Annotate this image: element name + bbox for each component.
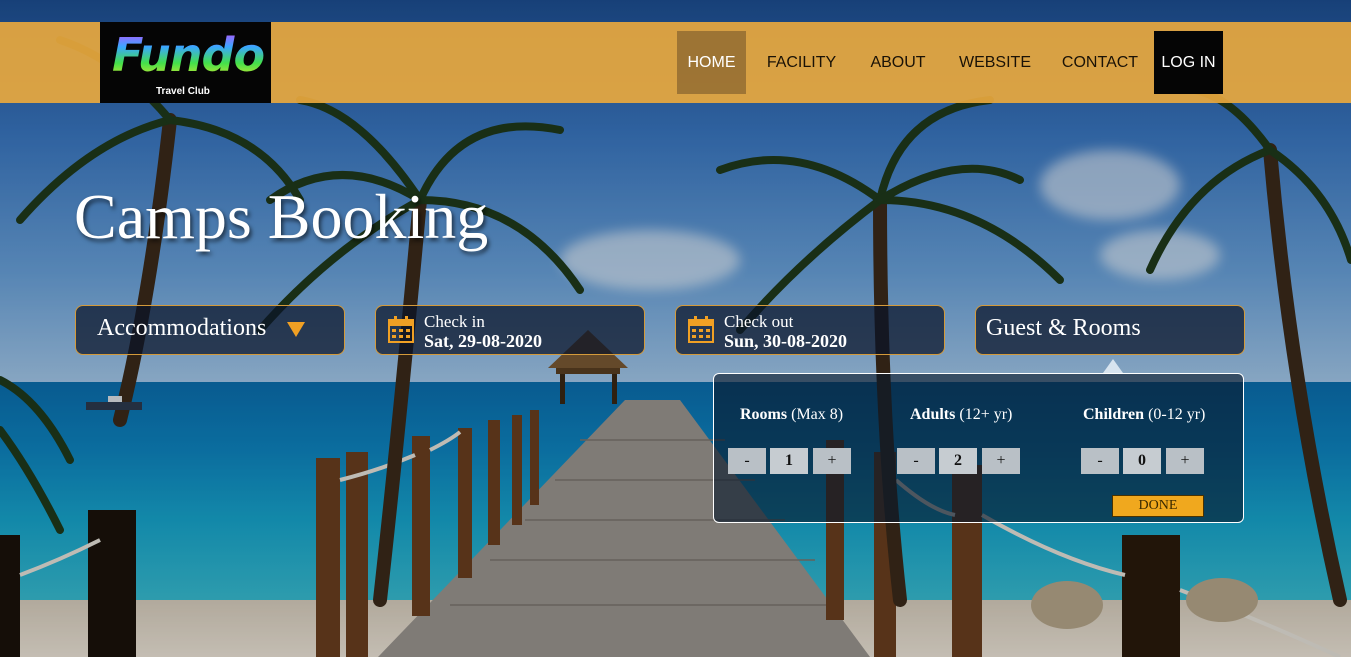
check-out-date: Sun, 30-08-2020 xyxy=(724,331,848,351)
check-in-date: Sat, 29-08-2020 xyxy=(424,331,542,351)
check-in-label: Check in xyxy=(424,312,485,331)
accommodations-label: Accommodations xyxy=(97,315,267,341)
adults-decrement-button[interactable]: - xyxy=(897,448,935,474)
adults-heading: Adults (12+ yr) xyxy=(910,406,1012,424)
children-title: Children xyxy=(1083,406,1145,423)
done-button[interactable]: DONE xyxy=(1112,495,1204,517)
login-button[interactable]: LOG IN xyxy=(1154,31,1223,94)
panel-pointer xyxy=(1103,359,1123,373)
nav-about[interactable]: ABOUT xyxy=(865,31,931,94)
children-note: (0-12 yr) xyxy=(1148,406,1206,423)
calendar-icon xyxy=(388,316,414,343)
nav-home[interactable]: HOME xyxy=(677,31,746,94)
accommodations-dropdown[interactable]: Accommodations xyxy=(75,305,345,355)
caret-down-icon xyxy=(287,322,305,337)
rooms-count[interactable]: 1 xyxy=(770,448,808,474)
rooms-title: Rooms xyxy=(740,406,788,423)
children-increment-button[interactable]: + xyxy=(1166,448,1204,474)
guest-rooms-label: Guest & Rooms xyxy=(986,315,1141,341)
guest-rooms-dropdown[interactable]: Guest & Rooms xyxy=(975,305,1245,355)
brand-logo[interactable]: Fundo Travel Club xyxy=(100,22,271,103)
adults-note: (12+ yr) xyxy=(959,406,1013,423)
adults-count[interactable]: 2 xyxy=(939,448,977,474)
calendar-icon xyxy=(688,316,714,343)
children-heading: Children (0-12 yr) xyxy=(1083,406,1205,424)
guest-rooms-panel: Rooms (Max 8) Adults (12+ yr) Children (… xyxy=(713,373,1244,523)
check-out-field[interactable]: Check out Sun, 30-08-2020 xyxy=(675,305,945,355)
check-out-label: Check out xyxy=(724,312,794,331)
children-decrement-button[interactable]: - xyxy=(1081,448,1119,474)
top-nav-bar: Fundo Travel Club HOME FACILITY ABOUT WE… xyxy=(0,22,1351,103)
nav-website[interactable]: WEBSITE xyxy=(955,31,1035,94)
adults-increment-button[interactable]: + xyxy=(982,448,1020,474)
nav-contact[interactable]: CONTACT xyxy=(1058,31,1142,94)
children-count[interactable]: 0 xyxy=(1123,448,1161,474)
rooms-increment-button[interactable]: + xyxy=(813,448,851,474)
rooms-decrement-button[interactable]: - xyxy=(728,448,766,474)
page-title: Camps Booking xyxy=(74,181,489,252)
check-in-field[interactable]: Check in Sat, 29-08-2020 xyxy=(375,305,645,355)
rooms-note: (Max 8) xyxy=(791,406,844,423)
brand-tagline: Travel Club xyxy=(156,86,210,97)
brand-logo-word: Fundo xyxy=(112,28,265,82)
rooms-heading: Rooms (Max 8) xyxy=(740,406,843,424)
adults-title: Adults xyxy=(910,406,956,423)
nav-facility[interactable]: FACILITY xyxy=(763,31,840,94)
